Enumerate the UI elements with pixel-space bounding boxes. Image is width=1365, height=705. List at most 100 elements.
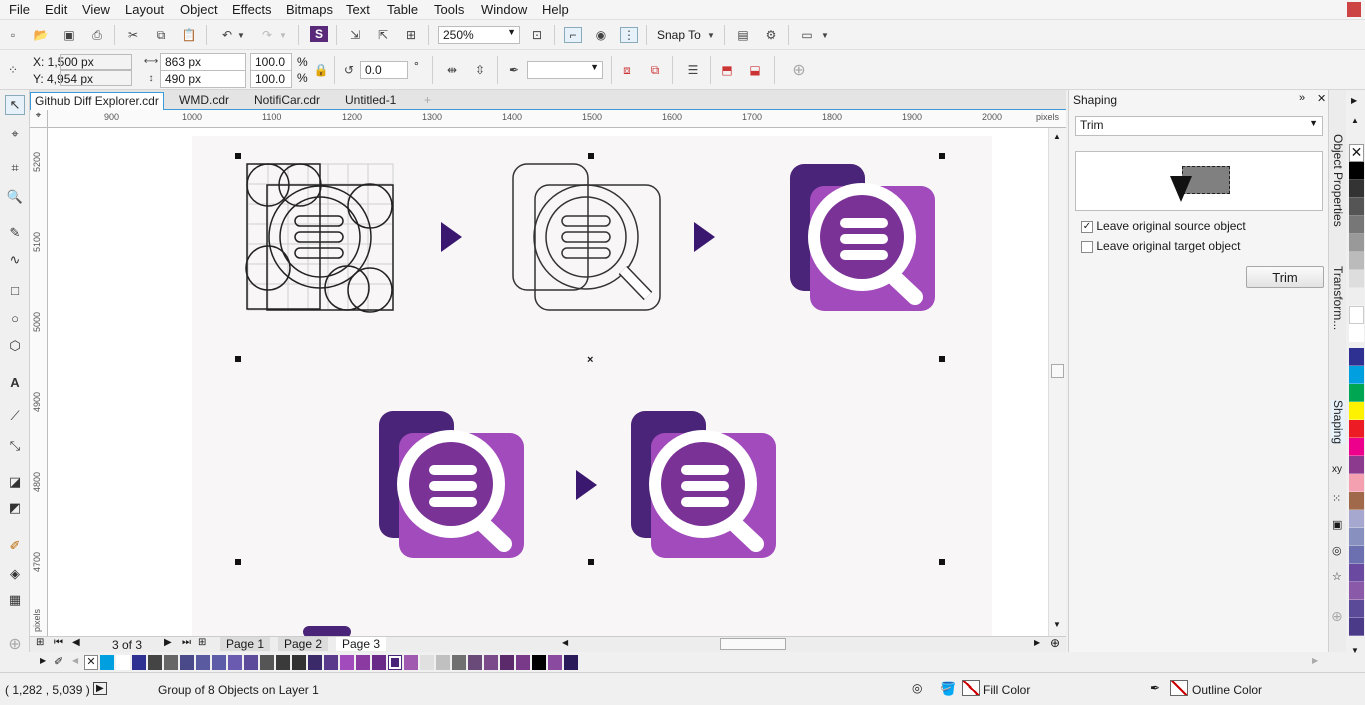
color-swatch[interactable]	[452, 655, 466, 670]
zoom-fit-icon[interactable]: ⊡	[528, 27, 546, 43]
color-swatch[interactable]	[372, 655, 386, 670]
color-proof-icon[interactable]: ◎	[912, 681, 922, 695]
tab-transform[interactable]: Transform...	[1331, 266, 1345, 330]
smart-fill-icon[interactable]: ▦	[5, 590, 25, 610]
color-swatch[interactable]	[1349, 270, 1364, 288]
leave-target-option[interactable]: Leave original target object	[1081, 239, 1240, 253]
add-docker-icon[interactable]: ⊕	[1331, 608, 1343, 625]
color-swatch[interactable]	[1349, 324, 1364, 342]
import-icon[interactable]: ⇲	[346, 27, 364, 43]
color-swatch[interactable]	[1349, 402, 1364, 420]
rectangle-tool-icon[interactable]: □	[5, 280, 25, 300]
color-swatch[interactable]	[148, 655, 162, 670]
docker-collapse-icon[interactable]: »	[1299, 92, 1305, 104]
horizontal-scroll-thumb[interactable]	[720, 638, 786, 650]
color-swatch[interactable]	[1349, 546, 1364, 564]
no-color-swatch[interactable]: ✕	[84, 655, 98, 670]
color-swatch[interactable]	[548, 655, 562, 670]
shaping-mode-select[interactable]: Trim ▼	[1075, 116, 1323, 136]
tab-notificar[interactable]: NotifiCar.cdr	[250, 92, 324, 110]
color-swatch[interactable]	[1349, 420, 1364, 438]
image-icon[interactable]: ▣	[1332, 518, 1342, 531]
color-swatch[interactable]	[180, 655, 194, 670]
color-swatch[interactable]	[1349, 384, 1364, 402]
ruler-origin-icon[interactable]: ⌖	[30, 110, 48, 128]
options-icon[interactable]: ⚙	[762, 27, 780, 43]
color-swatch[interactable]	[356, 655, 370, 670]
artwork[interactable]	[48, 128, 1048, 636]
interactive-fill-icon[interactable]: ◈	[5, 564, 25, 584]
zoom-tool-icon[interactable]: 🔍	[5, 187, 25, 207]
new-tab-icon[interactable]: +	[420, 92, 435, 110]
outline-pen-status-icon[interactable]: ✒	[1150, 681, 1160, 695]
selection-handle[interactable]	[235, 153, 241, 159]
to-back-icon[interactable]: ⬓	[746, 62, 764, 78]
print-icon[interactable]: ⎙	[88, 27, 106, 43]
color-swatch[interactable]	[1349, 582, 1364, 600]
color-swatch[interactable]	[1349, 162, 1364, 180]
menu-layout[interactable]: Layout	[125, 2, 164, 17]
trim-button[interactable]: Trim	[1246, 266, 1324, 288]
shape-tool-icon[interactable]: ⌖	[5, 124, 25, 144]
eyedropper-icon[interactable]: ✐	[5, 536, 25, 556]
ungroup-icon[interactable]: ⧉	[646, 62, 664, 78]
open-icon[interactable]: 📂	[32, 27, 50, 43]
outline-width-select[interactable]: ▼	[527, 61, 603, 79]
add-page-icon[interactable]: ⊞	[198, 637, 206, 648]
scale-y-field[interactable]: 100.0	[250, 70, 292, 88]
xy-icon[interactable]: xy	[1332, 464, 1342, 475]
doc-palette-scroll-left-icon[interactable]: ◀	[72, 656, 78, 665]
redo-icon[interactable]: ↷	[258, 27, 276, 43]
color-swatch[interactable]	[196, 655, 210, 670]
selection-handle[interactable]	[939, 559, 945, 565]
menu-view[interactable]: View	[82, 2, 110, 17]
selection-handle[interactable]	[939, 356, 945, 362]
color-swatch[interactable]	[276, 655, 290, 670]
leave-source-checkbox[interactable]: ✓	[1081, 220, 1093, 233]
last-page-icon[interactable]: ⏭	[182, 637, 191, 648]
tab-object-properties[interactable]: Object Properties	[1331, 134, 1345, 227]
no-color-swatch[interactable]: ✕	[1349, 144, 1364, 162]
color-swatch[interactable]	[100, 655, 114, 670]
undo-icon[interactable]: ↶	[218, 27, 236, 43]
color-swatch[interactable]	[164, 655, 178, 670]
new-document-icon[interactable]: ▫	[4, 27, 22, 43]
polygon-tool-icon[interactable]: ⬡	[5, 336, 25, 356]
outline-pen-icon[interactable]: ✒	[505, 62, 523, 78]
crop-tool-icon[interactable]: ⌗	[5, 158, 25, 178]
color-swatch[interactable]	[1349, 528, 1364, 546]
color-swatch[interactable]	[1349, 510, 1364, 528]
paste-icon[interactable]: 📋	[180, 27, 198, 43]
color-swatch[interactable]	[1349, 198, 1364, 216]
color-swatch[interactable]	[564, 655, 578, 670]
drawing-canvas[interactable]: ×	[48, 128, 1048, 636]
user-icon[interactable]	[1347, 2, 1361, 17]
connector-tool-icon[interactable]: ⤡	[5, 436, 25, 456]
color-swatch[interactable]	[1349, 366, 1364, 384]
customize-toolbox-icon[interactable]: ⊕	[5, 634, 25, 654]
vertical-scrollbar[interactable]: ▲ ▼	[1048, 128, 1066, 636]
transparency-icon[interactable]: ◩	[5, 498, 25, 518]
color-swatch[interactable]	[1349, 492, 1364, 510]
color-swatch[interactable]	[1349, 600, 1364, 618]
color-swatch[interactable]	[292, 655, 306, 670]
rotation-angle-field[interactable]: 0.0	[360, 61, 408, 79]
color-swatch[interactable]	[324, 655, 338, 670]
fill-color-swatch[interactable]	[962, 680, 980, 696]
menu-tools[interactable]: Tools	[434, 2, 464, 17]
width-field[interactable]: 863 px	[160, 53, 246, 71]
color-swatch[interactable]	[1349, 618, 1364, 636]
tab-untitled[interactable]: Untitled-1	[341, 92, 400, 110]
drop-shadow-icon[interactable]: ◪	[5, 472, 25, 492]
redo-dropdown-icon[interactable]: ▼	[278, 27, 288, 43]
scroll-up-icon[interactable]: ▲	[1053, 132, 1061, 141]
menu-table[interactable]: Table	[387, 2, 418, 17]
copy-icon[interactable]: ⧉	[152, 27, 170, 43]
group-icon[interactable]: ⧈	[618, 62, 636, 78]
status-expand-icon[interactable]: ▶	[93, 682, 107, 695]
color-swatch[interactable]	[340, 655, 354, 670]
menu-window[interactable]: Window	[481, 2, 527, 17]
menu-edit[interactable]: Edit	[45, 2, 67, 17]
selection-handle[interactable]	[235, 356, 241, 362]
color-swatch[interactable]	[532, 655, 546, 670]
